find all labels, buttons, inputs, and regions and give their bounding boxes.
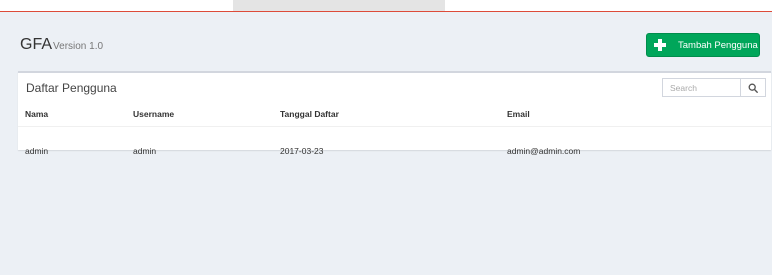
add-user-label: Tambah Pengguna xyxy=(678,39,758,51)
page-title: GFAVersion 1.0 xyxy=(20,36,103,54)
column-header-email: Email xyxy=(507,109,530,119)
search-icon xyxy=(748,83,758,93)
app-version: Version 1.0 xyxy=(53,41,104,52)
header-divider xyxy=(18,126,771,127)
search-button[interactable] xyxy=(740,78,766,97)
search-group xyxy=(662,78,766,97)
column-header-tanggal: Tanggal Daftar xyxy=(280,109,339,119)
column-header-nama: Nama xyxy=(25,109,49,119)
user-list-panel: Daftar Pengguna Nama Username Tanggal Da… xyxy=(18,71,771,156)
search-input[interactable] xyxy=(662,78,740,97)
column-header-username: Username xyxy=(133,109,175,119)
table-cell-email: admin@admin.com xyxy=(507,146,581,156)
table-cell-tanggal: 2017-03-23 xyxy=(280,146,324,156)
table-cell-nama: admin xyxy=(25,146,49,156)
plus-icon xyxy=(654,39,666,51)
table-cell-username: admin xyxy=(133,146,157,156)
app-name: GFA xyxy=(20,36,53,53)
panel-title: Daftar Pengguna xyxy=(26,81,117,95)
accent-line xyxy=(0,11,772,12)
add-user-button[interactable]: Tambah Pengguna xyxy=(646,33,760,57)
